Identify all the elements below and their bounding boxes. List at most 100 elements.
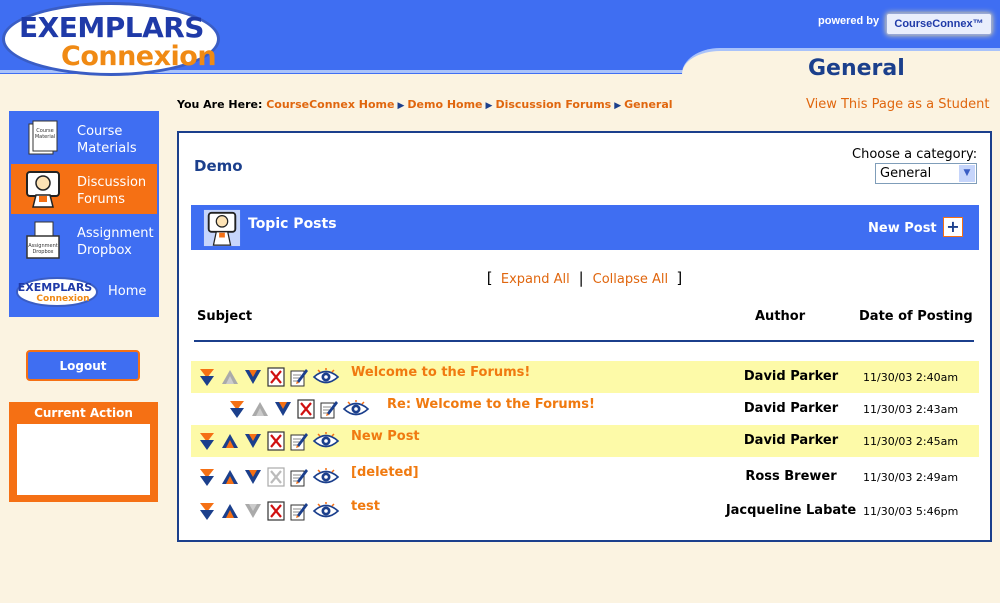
nav-item-course-materials[interactable]: Course Material Course Materials <box>11 113 157 163</box>
courseconnex-badge[interactable]: CourseConnex™ <box>886 13 992 35</box>
move-down-icon[interactable] <box>243 431 263 451</box>
post-action-icons <box>227 398 370 420</box>
expand-thread-icon[interactable] <box>227 399 247 419</box>
header-divider <box>194 340 974 342</box>
post-date: 11/30/03 2:49am <box>863 471 959 484</box>
move-up-icon <box>250 399 270 419</box>
view-icon[interactable] <box>312 467 340 487</box>
exemplars-logo-icon: EXEMPLARS Connexion <box>16 277 98 307</box>
current-action-title: Current Action <box>34 406 133 420</box>
svg-text:Connexion: Connexion <box>36 294 89 304</box>
breadcrumb-link-demo-home[interactable]: Demo Home <box>407 98 482 111</box>
post-subject-link[interactable]: Welcome to the Forums! <box>351 365 530 380</box>
expand-thread-icon[interactable] <box>197 467 217 487</box>
current-action-box: Current Action <box>9 402 158 502</box>
book-icon: Course Material <box>28 120 58 155</box>
view-icon[interactable] <box>312 367 340 387</box>
chevron-down-icon[interactable]: ▼ <box>959 165 975 182</box>
delete-icon[interactable] <box>266 501 286 521</box>
post-action-icons <box>197 430 340 452</box>
exemplars-logo[interactable]: EXEMPLARS Connexion <box>2 2 220 76</box>
move-down-icon <box>243 501 263 521</box>
breadcrumb-arrow-icon: ▶ <box>485 101 493 111</box>
powered-by-text: powered by <box>818 15 880 27</box>
move-up-icon[interactable] <box>220 501 240 521</box>
post-author: Jacqueline Labate <box>725 503 857 518</box>
column-header-date: Date of Posting <box>859 309 973 324</box>
view-icon[interactable] <box>342 399 370 419</box>
delete-icon <box>266 467 286 487</box>
view-icon[interactable] <box>312 501 340 521</box>
post-subject-link[interactable]: [deleted] <box>351 465 419 480</box>
breadcrumb: You Are Here: CourseConnex Home ▶ Demo Hom… <box>177 98 673 111</box>
view-icon[interactable] <box>312 431 340 451</box>
nav-item-discussion-forums[interactable]: Discussion Forums <box>11 164 157 214</box>
breadcrumb-link-discussion-forums[interactable]: Discussion Forums <box>495 98 611 111</box>
nav-item-home[interactable]: EXEMPLARS Connexion Home <box>11 266 157 316</box>
post-author: David Parker <box>743 433 839 448</box>
logout-button[interactable]: Logout <box>26 350 140 381</box>
svg-text:Dropbox: Dropbox <box>32 249 53 255</box>
expand-thread-icon[interactable] <box>197 367 217 387</box>
post-author: David Parker <box>743 369 839 384</box>
post-author: David Parker <box>743 401 839 416</box>
new-post-link[interactable]: New Post <box>868 221 937 236</box>
move-down-icon[interactable] <box>243 367 263 387</box>
post-date: 11/30/03 2:43am <box>863 403 959 416</box>
post-row: Welcome to the Forums! David Parker 11/30/… <box>191 361 979 393</box>
post-row: [deleted] Ross Brewer 11/30/03 2:49am <box>191 461 979 493</box>
course-title: Demo <box>194 157 243 175</box>
delete-icon[interactable] <box>266 431 286 451</box>
edit-icon[interactable] <box>289 367 309 387</box>
nav-item-assignment-dropbox[interactable]: Assignment Dropbox Assignment Dropbox <box>11 215 157 265</box>
forum-person-icon <box>203 209 241 247</box>
forum-person-icon <box>26 171 60 208</box>
topic-posts-bar: Topic Posts New Post + <box>191 205 979 250</box>
expand-all-link[interactable]: Expand All <box>501 272 570 287</box>
current-action-content <box>17 424 150 495</box>
view-as-student-link[interactable]: View This Page as a Student <box>806 97 989 112</box>
post-date: 11/30/03 2:45am <box>863 435 959 448</box>
edit-icon[interactable] <box>319 399 339 419</box>
left-nav: Course Material Course Materials Discussi… <box>9 111 159 317</box>
page-title: General <box>808 56 905 81</box>
collapse-all-link[interactable]: Collapse All <box>593 272 669 287</box>
column-header-subject: Subject <box>197 309 253 324</box>
breadcrumb-link-general[interactable]: General <box>624 98 672 111</box>
logo-text-top: EXEMPLARS <box>19 11 204 44</box>
move-down-icon[interactable] <box>243 467 263 487</box>
dropbox-icon: Assignment Dropbox <box>26 221 60 259</box>
breadcrumb-arrow-icon: ▶ <box>397 101 405 111</box>
post-subject-link[interactable]: New Post <box>351 429 420 444</box>
move-down-icon[interactable] <box>273 399 293 419</box>
post-subject-link[interactable]: Re: Welcome to the Forums! <box>387 397 595 412</box>
delete-icon[interactable] <box>296 399 316 419</box>
move-up-icon[interactable] <box>220 431 240 451</box>
category-selected-value: General <box>880 166 932 181</box>
nav-label: Home <box>108 284 147 299</box>
category-select[interactable]: General ▼ <box>875 163 977 184</box>
category-label: Choose a category: <box>852 147 978 162</box>
edit-icon[interactable] <box>289 467 309 487</box>
move-up-icon[interactable] <box>220 467 240 487</box>
svg-text:EXEMPLARS: EXEMPLARS <box>18 281 93 294</box>
post-subject-link[interactable]: test <box>351 499 380 514</box>
svg-text:Material: Material <box>35 134 55 140</box>
post-action-icons <box>197 366 340 388</box>
post-row: New Post David Parker 11/30/03 2:45am <box>191 425 979 457</box>
edit-icon[interactable] <box>289 501 309 521</box>
move-up-icon <box>220 367 240 387</box>
post-date: 11/30/03 2:40am <box>863 371 959 384</box>
post-date: 11/30/03 5:46pm <box>863 505 959 518</box>
edit-icon[interactable] <box>289 431 309 451</box>
expand-thread-icon[interactable] <box>197 501 217 521</box>
post-row: test Jacqueline Labate 11/30/03 5:46pm <box>191 495 979 527</box>
breadcrumb-link-courseconnex-home[interactable]: CourseConnex Home <box>266 98 394 111</box>
expand-thread-icon[interactable] <box>197 431 217 451</box>
new-post-plus-icon[interactable]: + <box>943 217 963 237</box>
nav-label: Course Materials <box>77 124 137 156</box>
delete-icon[interactable] <box>266 367 286 387</box>
post-action-icons <box>197 500 340 522</box>
forum-panel: Demo Choose a category: General ▼ Topic … <box>177 131 992 542</box>
nav-label: Assignment Dropbox <box>77 226 154 258</box>
